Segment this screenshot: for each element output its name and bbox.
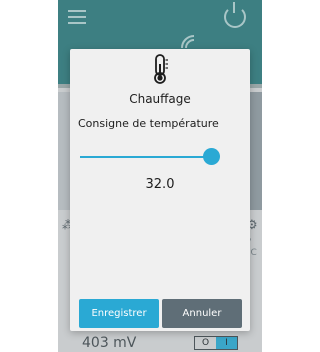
setpoint-label: Consigne de température [78,117,219,130]
setpoint-slider-track[interactable] [80,156,212,158]
cancel-button[interactable]: Annuler [162,299,242,328]
setpoint-value: 32.0 [145,177,175,192]
heating-dialog: Chauffage Consigne de température 32.0 E… [70,49,250,331]
setpoint-slider-thumb[interactable] [203,148,220,165]
dialog-title: Chauffage [129,92,191,106]
thermometer-icon [154,54,168,84]
save-button[interactable]: Enregistrer [79,299,159,328]
